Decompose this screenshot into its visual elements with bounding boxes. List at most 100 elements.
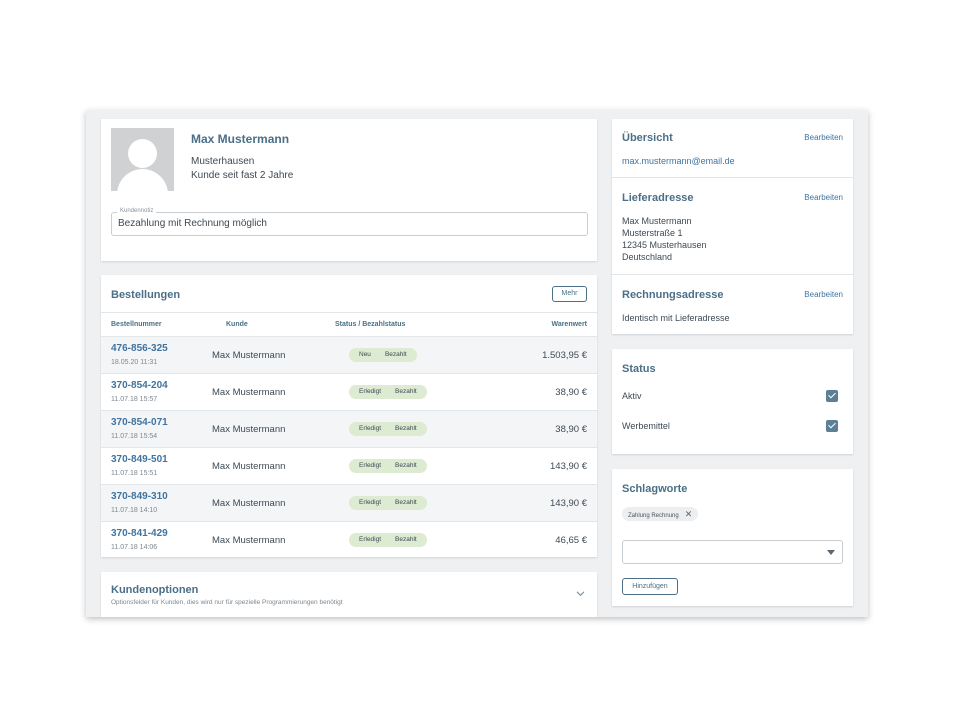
order-status: Erledigt [359, 425, 382, 432]
customer-note-label: Kundennotiz [117, 208, 157, 214]
order-date: 18.05.20 11:31 [111, 359, 158, 366]
order-amount: 38,90 € [555, 424, 587, 435]
order-number-link[interactable]: 476-856-325 [111, 343, 168, 354]
order-number-link[interactable]: 370-849-310 [111, 491, 168, 502]
payment-status: Bezahlt [395, 388, 417, 395]
more-orders-button[interactable]: Mehr [552, 286, 587, 302]
table-row[interactable]: 370-854-204 11.07.18 15:57 Max Musterman… [101, 373, 597, 410]
column-header-amount: Warenwert [551, 321, 587, 328]
order-status: Erledigt [359, 536, 382, 543]
order-customer: Max Mustermann [212, 350, 286, 361]
payment-status: Bezahlt [395, 425, 417, 432]
table-top-divider [101, 312, 597, 313]
order-amount: 143,90 € [550, 498, 587, 509]
orders-title: Bestellungen [111, 289, 181, 301]
payment-status: Bezahlt [384, 351, 407, 358]
billing-address-text: Identisch mit Lieferadresse [622, 313, 730, 323]
caret-down-icon[interactable] [827, 550, 835, 555]
status-badge: Erledigt Bezahlt [349, 459, 427, 473]
order-status: Erledigt [359, 499, 382, 506]
customer-profile-card: Max Mustermann Musterhausen Kunde seit f… [101, 119, 597, 261]
tag-label: Zahlung Rechnung [628, 513, 679, 519]
shipping-address-title: Lieferadresse [622, 192, 694, 204]
status-badge: Erledigt Bezahlt [349, 496, 427, 510]
avatar-head-shape [128, 139, 157, 168]
order-date: 11.07.18 14:06 [111, 544, 158, 551]
billing-address-title: Rechnungsadresse [622, 289, 724, 301]
customer-options-title: Kundenoptionen [111, 584, 199, 596]
customer-detail-page: Max Mustermann Musterhausen Kunde seit f… [86, 110, 868, 617]
add-tag-button[interactable]: Hinzufügen [622, 578, 678, 595]
order-customer: Max Mustermann [212, 387, 286, 398]
active-checkbox[interactable] [826, 390, 838, 402]
order-date: 11.07.18 15:57 [111, 396, 158, 403]
payment-status: Bezahlt [395, 499, 417, 506]
tags-card: Schlagworte Zahlung Rechnung ✕ Hinzufügen [612, 469, 853, 606]
table-row[interactable]: 370-854-071 11.07.18 15:54 Max Musterman… [101, 410, 597, 447]
status-badge: Erledigt Bezahlt [349, 422, 427, 436]
order-number-link[interactable]: 370-849-501 [111, 454, 168, 465]
divider [612, 274, 853, 275]
edit-overview-link[interactable]: Bearbeiten [804, 133, 843, 142]
customer-since: Kunde seit fast 2 Jahre [191, 170, 294, 181]
table-row[interactable]: 370-841-429 11.07.18 14:06 Max Musterman… [101, 521, 597, 558]
table-row[interactable]: 370-849-310 11.07.18 14:10 Max Musterman… [101, 484, 597, 521]
column-header-customer: Kunde [226, 321, 248, 328]
order-customer: Max Mustermann [212, 535, 286, 546]
tag-select[interactable] [622, 540, 843, 564]
order-customer: Max Mustermann [212, 424, 286, 435]
shipping-address-line: Deutschland [622, 252, 673, 262]
status-badge: Neu Bezahlt [349, 348, 417, 362]
active-label: Aktiv [622, 391, 642, 401]
order-amount: 46,65 € [555, 535, 587, 546]
status-title: Status [622, 363, 656, 375]
avatar-body-shape [117, 169, 168, 191]
status-badge: Erledigt Bezahlt [349, 533, 427, 547]
order-date: 11.07.18 15:54 [111, 433, 158, 440]
tags-title: Schlagworte [622, 483, 688, 495]
order-amount: 143,90 € [550, 461, 587, 472]
order-number-link[interactable]: 370-854-071 [111, 417, 168, 428]
payment-status: Bezahlt [395, 462, 417, 469]
close-icon[interactable]: ✕ [685, 509, 693, 519]
customer-note-value[interactable]: Bezahlung mit Rechnung möglich [118, 218, 267, 229]
status-card: Status Aktiv Werbemittel [612, 349, 853, 454]
order-customer: Max Mustermann [212, 498, 286, 509]
orders-card: Bestellungen Mehr Bestellnummer Kunde St… [101, 275, 597, 557]
overview-card: Übersicht Bearbeiten max.mustermann@emai… [612, 119, 853, 334]
overview-title: Übersicht [622, 132, 673, 144]
customer-email-link[interactable]: max.mustermann@email.de [622, 156, 735, 166]
order-amount: 1.503,95 € [542, 350, 587, 361]
status-badge: Erledigt Bezahlt [349, 385, 427, 399]
chevron-down-icon[interactable] [576, 589, 585, 598]
order-date: 11.07.18 15:51 [111, 470, 158, 477]
order-status: Erledigt [359, 388, 382, 395]
table-row[interactable]: 476-856-325 18.05.20 11:31 Max Musterman… [101, 336, 597, 373]
customer-note-field[interactable]: Kundennotiz Bezahlung mit Rechnung mögli… [111, 208, 588, 236]
order-number-link[interactable]: 370-841-429 [111, 528, 168, 539]
divider [612, 177, 853, 178]
order-status: Neu [359, 351, 371, 358]
order-customer: Max Mustermann [212, 461, 286, 472]
table-row[interactable]: 370-849-501 11.07.18 15:51 Max Musterman… [101, 447, 597, 484]
advertising-label: Werbemittel [622, 421, 670, 431]
order-status: Erledigt [359, 462, 382, 469]
order-date: 11.07.18 14:10 [111, 507, 158, 514]
column-header-order-number: Bestellnummer [111, 321, 162, 328]
customer-options-panel[interactable]: Kundenoptionen Optionsfelder für Kunden,… [101, 572, 597, 617]
customer-city: Musterhausen [191, 156, 255, 167]
tag-chip: Zahlung Rechnung ✕ [622, 507, 699, 521]
advertising-checkbox[interactable] [826, 420, 838, 432]
payment-status: Bezahlt [395, 536, 417, 543]
column-header-status: Status / Bezahlstatus [335, 321, 406, 328]
edit-billing-address-link[interactable]: Bearbeiten [804, 290, 843, 299]
shipping-address-line: Musterstraße 1 [622, 228, 683, 238]
avatar [111, 128, 174, 191]
shipping-address-line: 12345 Musterhausen [622, 240, 707, 250]
customer-name: Max Mustermann [191, 132, 290, 146]
order-amount: 38,90 € [555, 387, 587, 398]
order-number-link[interactable]: 370-854-204 [111, 380, 168, 391]
customer-options-description: Optionsfelder für Kunden, dies wird nur … [111, 599, 343, 606]
shipping-address-line: Max Mustermann [622, 216, 692, 226]
edit-shipping-address-link[interactable]: Bearbeiten [804, 193, 843, 202]
